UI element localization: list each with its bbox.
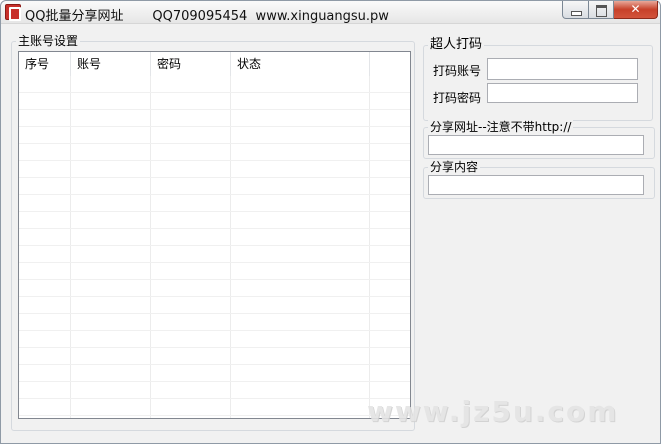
main-window: QQ批量分享网址 QQ709095454 www.xinguangsu.pw 主…: [0, 0, 661, 444]
window-controls: [562, 1, 658, 19]
grid-line: [19, 178, 410, 195]
accounts-group: 主账号设置 序号 账号 密码 状态: [11, 34, 415, 431]
grid-line: [19, 212, 410, 229]
column-header-filler: [370, 52, 410, 76]
captcha-group-label: 超人打码: [428, 37, 485, 52]
window-title: QQ批量分享网址 QQ709095454 www.xinguangsu.pw: [25, 9, 389, 24]
grid-line: [19, 280, 410, 297]
grid-line: [19, 365, 410, 382]
share-url-input[interactable]: [428, 135, 644, 155]
captcha-account-input[interactable]: [487, 58, 638, 80]
column-header-index[interactable]: 序号: [19, 52, 71, 76]
share-url-label: 分享网址--注意不带http://: [428, 120, 574, 134]
grid-line: [19, 229, 410, 246]
grid-line: [19, 76, 410, 93]
grid-line: [19, 127, 410, 144]
column-header-account[interactable]: 账号: [71, 52, 151, 76]
share-url-group: 分享网址--注意不带http://: [423, 120, 655, 159]
column-header-password[interactable]: 密码: [151, 52, 231, 76]
grid-line: [19, 144, 410, 161]
share-content-input[interactable]: [428, 175, 644, 195]
grid-line: [19, 314, 410, 331]
minimize-button[interactable]: [562, 1, 589, 19]
watermark: www.jz5u.com: [367, 395, 619, 428]
maximize-button[interactable]: [589, 1, 614, 19]
grid-line: [19, 161, 410, 178]
captcha-group: 超人打码 打码账号 打码密码: [423, 38, 653, 121]
share-content-label: 分享内容: [428, 160, 481, 174]
accounts-group-label: 主账号设置: [16, 34, 81, 48]
grid-line: [19, 195, 410, 212]
captcha-password-label: 打码密码: [433, 91, 482, 105]
grid-line: [19, 331, 410, 348]
grid-line: [19, 93, 410, 110]
captcha-account-label: 打码账号: [433, 64, 482, 78]
grid-line: [19, 246, 410, 263]
close-button[interactable]: [614, 1, 658, 19]
grid-line: [19, 399, 410, 416]
column-header-status[interactable]: 状态: [231, 52, 370, 76]
grid-line: [19, 348, 410, 365]
grid-line: [19, 110, 410, 127]
share-content-group: 分享内容: [423, 160, 655, 199]
captcha-password-input[interactable]: [487, 83, 638, 103]
app-icon[interactable]: [5, 4, 21, 21]
accounts-list-header: 序号 账号 密码 状态: [19, 52, 410, 76]
grid-line: [19, 263, 410, 280]
grid-line: [19, 382, 410, 399]
grid-line: [19, 297, 410, 314]
title-bar[interactable]: QQ批量分享网址 QQ709095454 www.xinguangsu.pw: [1, 1, 660, 24]
accounts-list-body: [19, 76, 410, 418]
accounts-list[interactable]: 序号 账号 密码 状态: [18, 51, 411, 419]
